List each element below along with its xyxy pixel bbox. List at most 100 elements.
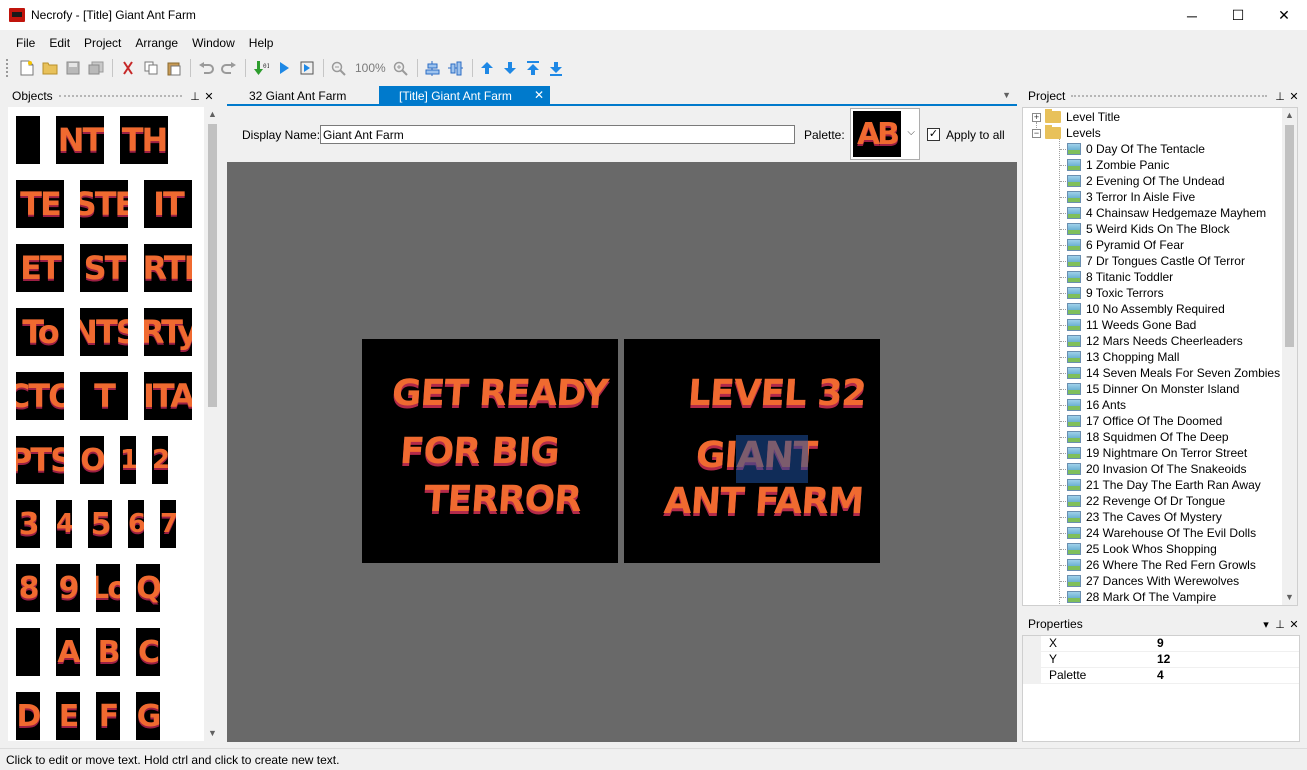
tree-item-level[interactable]: 24 Warehouse Of The Evil Dolls <box>1067 525 1256 541</box>
menu-window[interactable]: Window <box>185 33 242 53</box>
object-glyph[interactable]: D <box>16 692 40 740</box>
tree-item-level[interactable]: 11 Weeds Gone Bad <box>1067 317 1196 333</box>
object-glyph[interactable] <box>16 116 40 164</box>
object-glyph[interactable]: 7 <box>160 500 176 548</box>
run-from-level-button[interactable] <box>296 58 317 79</box>
scroll-up-icon[interactable]: ▲ <box>1282 108 1297 123</box>
tree-item-level[interactable]: 22 Revenge Of Dr Tongue <box>1067 493 1225 509</box>
property-row-y[interactable]: Y 12 <box>1023 652 1299 668</box>
zoom-in-button[interactable] <box>390 58 411 79</box>
tree-item-level[interactable]: 9 Toxic Terrors <box>1067 285 1164 301</box>
center-vertical-button[interactable] <box>445 58 466 79</box>
tree-item-level[interactable]: 17 Office Of The Doomed <box>1067 413 1222 429</box>
move-to-top-button[interactable] <box>523 58 544 79</box>
paste-button[interactable] <box>163 58 184 79</box>
text-selection-highlight[interactable] <box>736 435 808 483</box>
object-glyph[interactable]: 3 <box>16 500 40 548</box>
redo-button[interactable] <box>218 58 239 79</box>
pin-icon[interactable]: ⊥ <box>188 90 202 103</box>
tree-item-levels[interactable]: − Levels <box>1032 125 1101 141</box>
title-text-line[interactable]: TERROR <box>423 479 583 520</box>
move-down-button[interactable] <box>500 58 521 79</box>
property-row-x[interactable]: X 9 <box>1023 636 1299 652</box>
close-button[interactable]: ✕ <box>1261 0 1307 31</box>
object-glyph[interactable]: IT <box>144 180 192 228</box>
object-glyph[interactable]: CTO <box>16 372 64 420</box>
object-glyph[interactable]: G <box>136 692 160 740</box>
property-row-palette[interactable]: Palette 4 <box>1023 668 1299 684</box>
tree-item-level[interactable]: 12 Mars Needs Cheerleaders <box>1067 333 1243 349</box>
palette-dropdown[interactable]: AB ⌵ <box>850 108 920 160</box>
scroll-down-icon[interactable]: ▼ <box>205 726 220 741</box>
tree-item-level[interactable]: 3 Terror In Aisle Five <box>1067 189 1195 205</box>
tree-item-level[interactable]: 8 Titanic Toddler <box>1067 269 1173 285</box>
object-glyph[interactable]: ET <box>16 244 64 292</box>
object-glyph[interactable]: RTy <box>144 308 192 356</box>
tree-item-level[interactable]: 10 No Assembly Required <box>1067 301 1225 317</box>
tree-item-level[interactable]: 14 Seven Meals For Seven Zombies <box>1067 365 1280 381</box>
object-glyph[interactable]: TE <box>16 180 64 228</box>
tree-item-level[interactable]: 6 Pyramid Of Fear <box>1067 237 1184 253</box>
title-screen-right[interactable]: LEVEL 32 GIANT ANT FARM <box>624 339 880 563</box>
tree-item-level[interactable]: 21 The Day The Earth Ran Away <box>1067 477 1261 493</box>
move-up-button[interactable] <box>477 58 498 79</box>
object-glyph[interactable]: C <box>136 628 160 676</box>
object-glyph[interactable]: B <box>96 628 120 676</box>
tree-item-level[interactable]: 28 Mark Of The Vampire <box>1067 589 1216 605</box>
tree-item-level[interactable]: 0 Day Of The Tentacle <box>1067 141 1205 157</box>
title-text-line[interactable]: GET READY <box>391 373 610 414</box>
object-glyph[interactable]: ITA <box>144 372 192 420</box>
maximize-button[interactable]: ☐ <box>1215 0 1261 31</box>
object-glyph[interactable]: NT <box>56 116 104 164</box>
toolbar-grip[interactable] <box>6 59 10 77</box>
pin-icon[interactable]: ⊥ <box>1273 618 1287 631</box>
tree-item-level[interactable]: 23 The Caves Of Mystery <box>1067 509 1222 525</box>
property-value[interactable]: 4 <box>1151 668 1164 683</box>
zoom-out-button[interactable] <box>328 58 349 79</box>
tree-item-level[interactable]: 1 Zombie Panic <box>1067 157 1169 173</box>
scroll-down-icon[interactable]: ▼ <box>1282 590 1297 605</box>
close-panel-icon[interactable]: ✕ <box>1287 90 1301 103</box>
tree-item-level-title[interactable]: + Level Title <box>1032 109 1120 125</box>
title-text-line[interactable]: LEVEL 32 <box>687 373 867 414</box>
title-editor-canvas[interactable]: GET READY FOR BIG TERROR LEVEL 32 GIANT … <box>227 162 1017 742</box>
panel-menu-icon[interactable]: ▾ <box>1259 618 1273 631</box>
scrollbar-thumb[interactable] <box>208 124 217 407</box>
tree-item-level[interactable]: 2 Evening Of The Undead <box>1067 173 1225 189</box>
object-glyph[interactable]: 2 <box>152 436 168 484</box>
close-panel-icon[interactable]: ✕ <box>202 90 216 103</box>
property-value[interactable]: 12 <box>1151 652 1170 667</box>
save-all-button[interactable] <box>85 58 106 79</box>
object-glyph[interactable]: STE <box>80 180 128 228</box>
object-glyph[interactable]: 5 <box>88 500 112 548</box>
project-tree-scrollbar[interactable]: ▲ ▼ <box>1282 108 1297 605</box>
property-value[interactable]: 9 <box>1151 636 1164 651</box>
object-glyph[interactable]: F <box>96 692 120 740</box>
object-glyph[interactable] <box>16 628 40 676</box>
object-glyph[interactable]: A <box>56 628 80 676</box>
undo-button[interactable] <box>195 58 216 79</box>
tree-item-level[interactable]: 16 Ants <box>1067 397 1126 413</box>
minimize-button[interactable]: ─ <box>1169 0 1215 31</box>
collapse-icon[interactable]: − <box>1032 128 1041 138</box>
menu-arrange[interactable]: Arrange <box>128 33 185 53</box>
object-glyph[interactable]: 6 <box>128 500 144 548</box>
object-glyph[interactable]: ST <box>80 244 128 292</box>
cut-button[interactable] <box>117 58 138 79</box>
scroll-up-icon[interactable]: ▲ <box>205 107 220 122</box>
tree-item-level[interactable]: 25 Look Whos Shopping <box>1067 541 1217 557</box>
object-glyph[interactable]: To <box>16 308 64 356</box>
new-project-button[interactable] <box>16 58 37 79</box>
panel-grip[interactable] <box>1071 95 1267 100</box>
apply-to-all-label[interactable]: Apply to all <box>946 128 1005 142</box>
title-screen-left[interactable]: GET READY FOR BIG TERROR <box>362 339 618 563</box>
expand-icon[interactable]: + <box>1032 112 1041 122</box>
menu-edit[interactable]: Edit <box>42 33 77 53</box>
open-project-button[interactable] <box>39 58 60 79</box>
tree-item-level[interactable]: 19 Nightmare On Terror Street <box>1067 445 1247 461</box>
save-button[interactable] <box>62 58 83 79</box>
move-to-bottom-button[interactable] <box>546 58 567 79</box>
menu-file[interactable]: File <box>9 33 42 53</box>
center-horizontal-button[interactable] <box>422 58 443 79</box>
tree-item-level[interactable]: 20 Invasion Of The Snakeoids <box>1067 461 1247 477</box>
